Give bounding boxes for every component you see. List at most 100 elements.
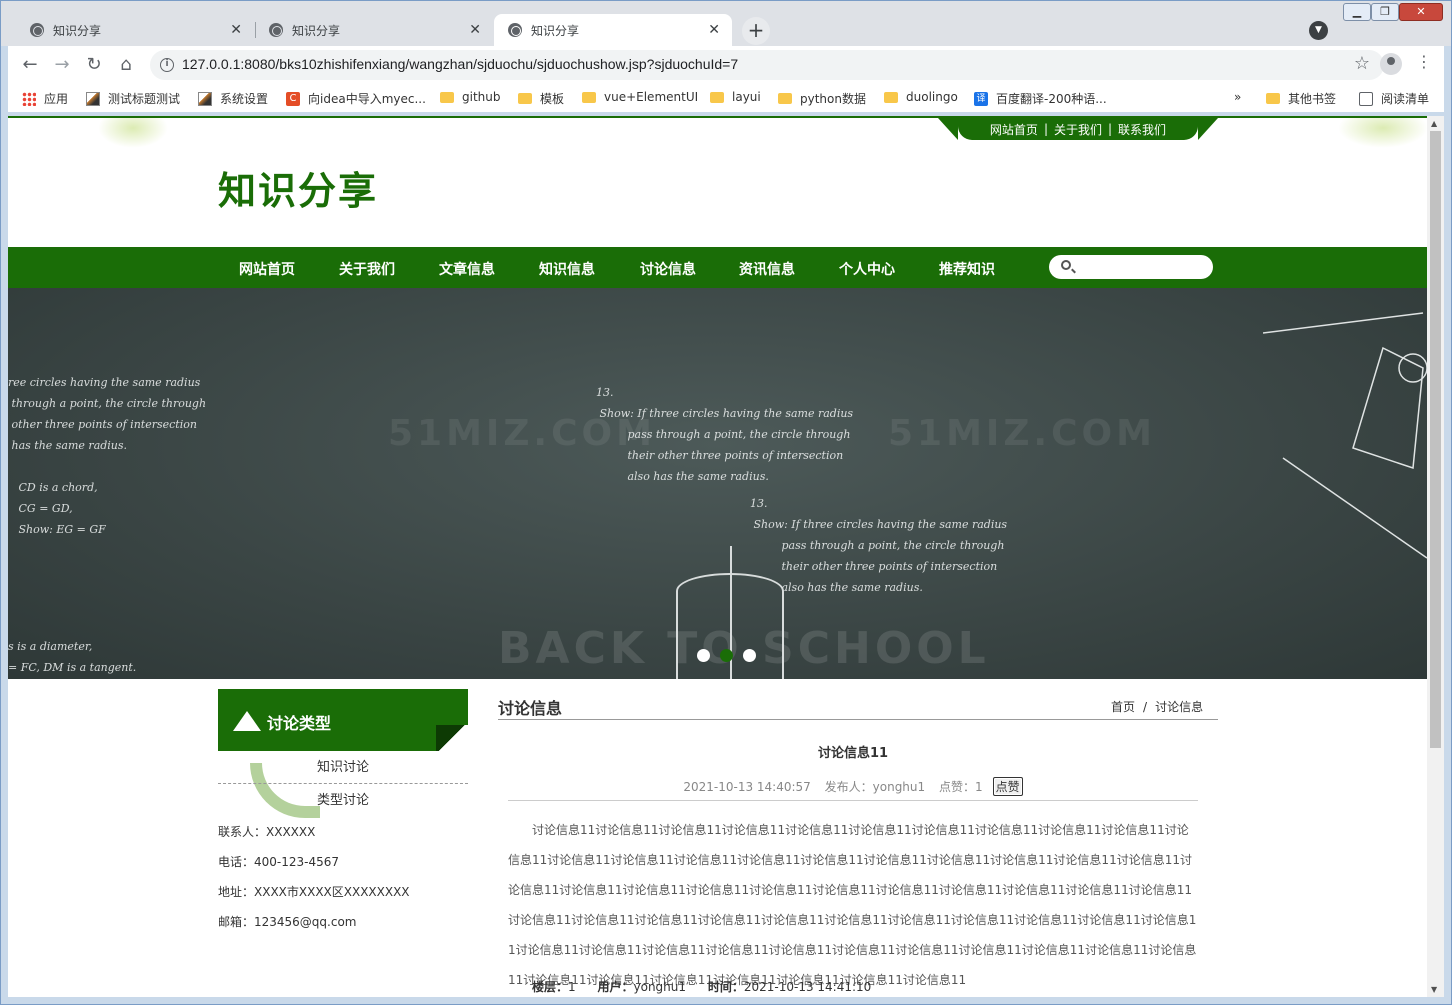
globe-icon xyxy=(508,23,522,37)
carousel-dot[interactable] xyxy=(697,649,710,662)
image-icon xyxy=(198,91,212,106)
nav-item-home[interactable]: 网站首页 xyxy=(239,259,295,279)
corner-fold-decoration xyxy=(436,725,468,751)
banner-carousel[interactable]: 51MIZ.COM 51MIZ.COM BACK TO SCHOOL ree c… xyxy=(8,288,1427,679)
page-viewport: 网站首页 | 关于我们 | 联系我们 知识分享 网站首页 关于我们 文章信息 知… xyxy=(8,116,1427,997)
overflow-label: » xyxy=(1234,90,1242,104)
bookmark-label: 其他书签 xyxy=(1288,92,1337,106)
profile-avatar-icon[interactable] xyxy=(1380,53,1402,75)
nav-item-discussion[interactable]: 讨论信息 xyxy=(640,259,696,279)
contact-address: 地址：XXXX市XXXX区XXXXXXXX xyxy=(218,885,410,899)
bookmark-label: vue+ElementUI xyxy=(604,90,699,104)
top-link-home[interactable]: 网站首页 xyxy=(990,121,1038,138)
time-value: 2021-10-13 14:41:10 xyxy=(743,980,872,994)
bookmark-item[interactable]: python数据 xyxy=(778,90,866,107)
bookmark-item[interactable]: duolingo xyxy=(884,90,958,104)
vertical-scrollbar[interactable]: ▲ ▼ xyxy=(1427,116,1444,997)
article-body: 讨论信息11讨论信息11讨论信息11讨论信息11讨论信息11讨论信息11讨论信息… xyxy=(508,823,1197,987)
browser-tab-active[interactable]: 知识分享 ✕ xyxy=(494,14,732,46)
article-title: 讨论信息11 xyxy=(817,746,889,761)
bookmark-label: 模板 xyxy=(540,92,565,106)
folder-icon xyxy=(778,93,792,104)
globe-icon xyxy=(269,23,283,37)
divider xyxy=(498,719,1218,720)
breadcrumb-home[interactable]: 首页 xyxy=(1111,700,1135,714)
bookmarks-overflow-button[interactable]: » xyxy=(1234,90,1241,104)
carousel-dot-active[interactable] xyxy=(720,649,733,662)
article-likes: 点赞：1 xyxy=(938,780,983,794)
minimize-button[interactable]: ▁ xyxy=(1343,3,1371,21)
bookmark-label: duolingo xyxy=(906,90,958,104)
sidebar-title: 讨论类型 xyxy=(267,714,332,733)
bookmark-item[interactable]: vue+ElementUI xyxy=(582,90,698,104)
address-bar[interactable]: i 127.0.0.1:8080/bks10zhishifenxiang/wan… xyxy=(150,50,1384,80)
like-button[interactable]: 点赞 xyxy=(992,777,1023,796)
category-item[interactable]: 类型讨论 xyxy=(218,784,468,817)
close-icon[interactable]: ✕ xyxy=(708,23,720,37)
bookmark-item[interactable]: 译百度翻译-200种语... xyxy=(974,90,1107,107)
kebab-menu-icon[interactable]: ⋮ xyxy=(1416,52,1432,71)
top-links-bar: 网站首页 | 关于我们 | 联系我们 xyxy=(938,118,1218,140)
reading-list-icon xyxy=(1359,91,1373,106)
bookmark-label: github xyxy=(462,90,501,104)
bookmark-item[interactable]: 系统设置 xyxy=(198,90,268,107)
reload-icon[interactable]: ↻ xyxy=(82,54,106,78)
bookmark-star-icon[interactable]: ☆ xyxy=(1354,53,1370,74)
site-title[interactable]: 知识分享 xyxy=(218,160,378,215)
tab-search-icon[interactable]: ▼ xyxy=(1309,21,1328,40)
leaf-decoration xyxy=(98,118,168,148)
top-link-about[interactable]: 关于我们 xyxy=(1054,121,1102,138)
maximize-button[interactable]: ❐ xyxy=(1371,3,1399,21)
nav-item-recommend[interactable]: 推荐知识 xyxy=(939,259,995,279)
scrollbar-thumb[interactable] xyxy=(1430,131,1441,748)
bookmark-item[interactable]: github xyxy=(440,90,500,104)
article-date: 2021-10-13 14:40:57 xyxy=(683,780,811,794)
bookmark-item[interactable]: 应用 xyxy=(22,90,68,107)
bookmark-item[interactable]: 模板 xyxy=(518,90,564,107)
article-publisher: 发布人：yonghu1 xyxy=(824,780,926,794)
close-icon[interactable]: ✕ xyxy=(469,23,481,37)
breadcrumb-sep: / xyxy=(1143,700,1148,714)
bookmarks-bar: 应用 测试标题测试 系统设置 C 向idea中导入myec... github 模… xyxy=(8,84,1444,112)
browser-tab[interactable]: 知识分享 ✕ xyxy=(16,14,254,46)
back-arrow-icon[interactable]: ← xyxy=(18,54,42,78)
nav-item-knowledge[interactable]: 知识信息 xyxy=(539,259,595,279)
home-icon[interactable]: ⌂ xyxy=(114,54,138,78)
top-link-sep: | xyxy=(1043,122,1048,136)
nav-item-about[interactable]: 关于我们 xyxy=(339,259,395,279)
reading-list[interactable]: 阅读清单 xyxy=(1359,90,1429,107)
window-close-button[interactable]: ✕ xyxy=(1399,3,1443,21)
new-tab-button[interactable]: + xyxy=(742,17,770,45)
url-text[interactable]: 127.0.0.1:8080/bks10zhishifenxiang/wangz… xyxy=(182,56,738,72)
scroll-up-icon[interactable]: ▲ xyxy=(1431,119,1437,128)
scroll-down-icon[interactable]: ▼ xyxy=(1431,985,1437,994)
bookmark-item[interactable]: C 向idea中导入myec... xyxy=(286,90,426,107)
nav-item-articles[interactable]: 文章信息 xyxy=(439,259,495,279)
breadcrumb-current[interactable]: 讨论信息 xyxy=(1155,700,1203,714)
bookmark-item[interactable]: layui xyxy=(710,90,761,104)
top-link-contact[interactable]: 联系我们 xyxy=(1118,121,1166,138)
forward-arrow-icon[interactable]: → xyxy=(50,54,74,78)
carousel-dot[interactable] xyxy=(743,649,756,662)
user-value: yonghu1 xyxy=(633,980,687,994)
contact-person: 联系人：XXXXXX xyxy=(218,825,316,839)
c-icon: C xyxy=(286,91,300,106)
category-item[interactable]: 知识讨论 xyxy=(218,751,468,784)
info-icon[interactable]: i xyxy=(160,58,174,72)
close-icon[interactable]: ✕ xyxy=(230,23,242,37)
search-input[interactable] xyxy=(1049,255,1213,279)
floor-value: 1 xyxy=(568,980,576,994)
bookmark-item[interactable]: 测试标题测试 xyxy=(86,90,180,107)
translate-icon: 译 xyxy=(974,91,988,106)
bookmark-label: layui xyxy=(732,90,761,104)
browser-tab[interactable]: 知识分享 ✕ xyxy=(255,14,493,46)
other-bookmarks[interactable]: 其他书签 xyxy=(1266,90,1336,107)
bookmark-label: 阅读清单 xyxy=(1381,92,1430,106)
banner-chalk-text: ree circles having the same radius throu… xyxy=(8,376,207,536)
banner-watermark: 51MIZ.COM xyxy=(888,413,1156,454)
nav-item-news[interactable]: 资讯信息 xyxy=(739,259,795,279)
folder-icon xyxy=(582,91,596,103)
nav-item-profile[interactable]: 个人中心 xyxy=(839,259,895,279)
carousel-dots xyxy=(697,649,756,662)
search-icon[interactable] xyxy=(1061,260,1071,270)
